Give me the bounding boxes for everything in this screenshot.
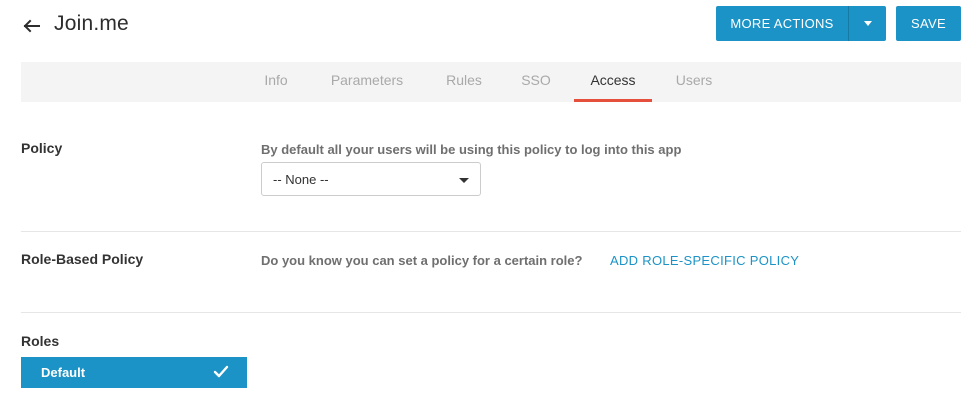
tab-parameters[interactable]: Parameters — [328, 62, 406, 102]
page-title: Join.me — [54, 12, 129, 35]
save-button[interactable]: SAVE — [896, 6, 961, 41]
tab-access[interactable]: Access — [574, 62, 652, 102]
more-actions-label[interactable]: MORE ACTIONS — [716, 6, 848, 41]
policy-select[interactable]: -- None -- — [261, 162, 481, 196]
roles-label: Roles — [21, 333, 60, 349]
role-based-policy-label: Role-Based Policy — [21, 251, 144, 267]
arrow-left-icon[interactable] — [21, 16, 41, 36]
caret-down-icon — [863, 21, 872, 26]
role-based-help-text: Do you know you can set a policy for a c… — [261, 253, 583, 268]
policy-label: Policy — [21, 140, 63, 156]
role-item-default[interactable]: Default — [21, 357, 247, 388]
tab-users[interactable]: Users — [675, 62, 713, 102]
tab-sso[interactable]: SSO — [521, 62, 551, 102]
section-divider — [21, 312, 961, 313]
tab-info[interactable]: Info — [263, 62, 289, 102]
add-role-specific-policy-link[interactable]: ADD ROLE-SPECIFIC POLICY — [610, 253, 799, 268]
policy-help-text: By default all your users will be using … — [261, 142, 682, 157]
caret-down-icon — [459, 178, 469, 183]
role-item-label: Default — [41, 365, 86, 380]
section-divider — [21, 231, 961, 232]
more-actions-button[interactable]: MORE ACTIONS — [716, 6, 886, 41]
policy-select-value: -- None -- — [273, 172, 329, 187]
page-header: Join.me MORE ACTIONS SAVE — [0, 0, 974, 56]
check-icon — [213, 365, 229, 378]
tab-bar: Info Parameters Rules SSO Access Users — [21, 62, 961, 102]
more-actions-dropdown-toggle[interactable] — [849, 6, 886, 41]
tab-rules[interactable]: Rules — [445, 62, 483, 102]
